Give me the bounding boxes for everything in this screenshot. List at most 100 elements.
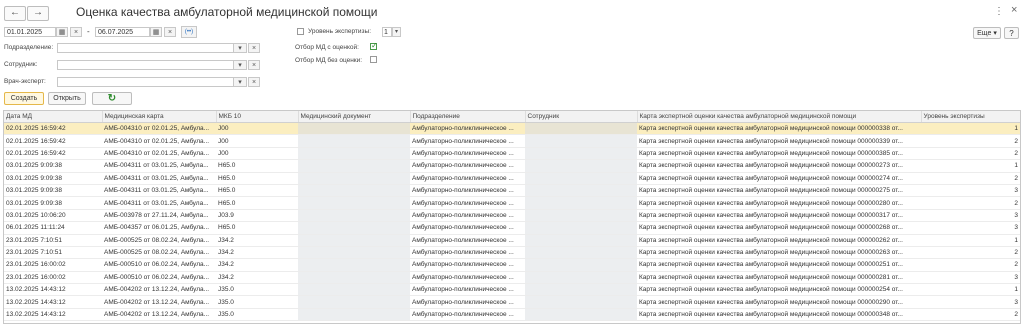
with-score-checkbox[interactable]: ✓ <box>370 41 378 50</box>
cell-mkb10: J03.9 <box>216 209 298 223</box>
table-row[interactable]: 23.01.2025 16:00:02 АМБ-000510 от 06.02.2… <box>4 271 1020 285</box>
expert-label: Врач-эксперт: <box>4 78 46 85</box>
table-row[interactable]: 03.01.2025 10:06:20 АМБ-003978 от 27.11.2… <box>4 209 1020 223</box>
refresh-button[interactable]: ↻ <box>92 92 132 105</box>
cell-expertise-level: 2 <box>921 134 1020 148</box>
level-dropdown-icon[interactable]: ▾ <box>392 27 401 37</box>
table-row[interactable]: 03.01.2025 9:09:38 АМБ-004311 от 03.01.25… <box>4 184 1020 198</box>
column-header[interactable]: Дата МД <box>4 111 103 123</box>
column-header[interactable]: Уровень экспертизы <box>921 111 1020 123</box>
cell-medical-card: АМБ-000510 от 06.02.24, Амбула... <box>102 258 216 272</box>
cell-expertise-level: 2 <box>921 172 1020 185</box>
cell-expertise-level: 1 <box>921 159 1020 173</box>
employee-dropdown-icon[interactable]: ▾ <box>233 60 247 70</box>
cell-mkb10: J34.2 <box>216 258 298 272</box>
expert-clear-button[interactable]: × <box>248 77 260 87</box>
cell-department: Амбулаторно-поликлиническое ... <box>410 122 525 136</box>
period-separator: - <box>87 27 90 36</box>
cell-date: 03.01.2025 10:06:20 <box>4 209 102 223</box>
calendar-to-icon[interactable]: ▦ <box>150 27 162 37</box>
cell-employee <box>525 172 637 185</box>
table-row[interactable]: 02.01.2025 16:59:42 АМБ-004310 от 02.01.2… <box>4 134 1020 148</box>
column-header[interactable]: Карта экспертной оценки качества амбулат… <box>637 111 922 123</box>
table-row[interactable]: 03.01.2025 9:09:38 АМБ-004311 от 03.01.25… <box>4 159 1020 173</box>
expert-field[interactable] <box>57 77 247 87</box>
cell-expertise-level: 1 <box>921 283 1020 297</box>
cell-medical-card: АМБ-004310 от 02.01.25, Амбула... <box>102 122 216 136</box>
cell-mkb10: H65.0 <box>216 172 298 185</box>
table-row[interactable]: 23.01.2025 7:10:51 АМБ-000525 от 08.02.24… <box>4 234 1020 247</box>
expert-dropdown-icon[interactable]: ▾ <box>233 77 247 87</box>
column-header[interactable]: Медицинский документ <box>298 111 411 123</box>
table-row[interactable]: 06.01.2025 11:11:24 АМБ-004357 от 06.01.2… <box>4 221 1020 235</box>
column-header[interactable]: МКБ 10 <box>216 111 299 123</box>
cell-expert-card: Карта экспертной оценки качества амбулат… <box>637 308 921 322</box>
help-button[interactable]: ? <box>1004 27 1019 39</box>
table-row[interactable]: 02.01.2025 16:59:42 АМБ-004310 от 02.01.2… <box>4 122 1020 136</box>
cell-expertise-level: 2 <box>921 246 1020 260</box>
department-field[interactable] <box>57 43 247 53</box>
cell-expert-card: Карта экспертной оценки качества амбулат… <box>637 246 921 260</box>
cell-employee <box>525 122 637 136</box>
cell-date: 13.02.2025 14:43:12 <box>4 295 102 309</box>
table-row[interactable]: 03.01.2025 9:09:38 АМБ-004311 от 03.01.25… <box>4 172 1020 185</box>
cell-medical-document <box>298 159 410 173</box>
period-to-field[interactable]: 06.07.2025 <box>95 27 150 37</box>
cell-department: Амбулаторно-поликлиническое ... <box>410 295 525 309</box>
table-row[interactable]: 13.02.2025 14:43:12 АМБ-004202 от 13.12.2… <box>4 295 1020 309</box>
menu-dots-icon[interactable]: ⋮ <box>994 6 1004 17</box>
employee-field[interactable] <box>57 60 247 70</box>
clear-to-button[interactable]: × <box>164 27 176 37</box>
column-header[interactable]: Сотрудник <box>525 111 638 123</box>
open-button[interactable]: Открыть <box>48 92 86 105</box>
cell-department: Амбулаторно-поликлиническое ... <box>410 147 525 161</box>
documents-table[interactable]: Дата МД Медицинская карта МКБ 10 Медицин… <box>3 110 1021 324</box>
cell-medical-card: АМБ-004202 от 13.12.24, Амбула... <box>102 308 216 322</box>
column-header[interactable]: Подразделение <box>410 111 526 123</box>
checkmark-icon: ✓ <box>371 41 378 50</box>
cell-date: 02.01.2025 16:59:42 <box>4 122 102 136</box>
cell-employee <box>525 283 637 297</box>
level-checkbox[interactable] <box>297 28 304 35</box>
cell-mkb10: J35.0 <box>216 283 298 297</box>
create-button[interactable]: Создать <box>4 92 44 105</box>
calendar-from-icon[interactable]: ▦ <box>56 27 68 37</box>
table-row[interactable]: 13.02.2025 14:43:12 АМБ-004202 от 13.12.2… <box>4 308 1020 322</box>
cell-department: Амбулаторно-поликлиническое ... <box>410 283 525 297</box>
forward-button[interactable]: → <box>27 6 49 21</box>
employee-clear-button[interactable]: × <box>248 60 260 70</box>
table-row[interactable]: 23.01.2025 16:00:02 АМБ-000510 от 06.02.2… <box>4 258 1020 272</box>
level-select[interactable]: 1 <box>382 27 392 37</box>
back-button[interactable]: ← <box>4 6 26 21</box>
close-icon[interactable]: × <box>1011 4 1017 16</box>
cell-date: 13.02.2025 14:43:12 <box>4 308 102 322</box>
cell-mkb10: H65.0 <box>216 184 298 198</box>
cell-mkb10: H65.0 <box>216 196 298 210</box>
cell-mkb10: H65.0 <box>216 159 298 173</box>
department-clear-button[interactable]: × <box>248 43 260 53</box>
cell-medical-document <box>298 246 410 260</box>
cell-medical-card: АМБ-000525 от 08.02.24, Амбула... <box>102 234 216 247</box>
cell-employee <box>525 308 637 322</box>
cell-medical-card: АМБ-004311 от 03.01.25, Амбула... <box>102 159 216 173</box>
cell-mkb10: J00 <box>216 122 298 136</box>
cell-date: 23.01.2025 7:10:51 <box>4 234 102 247</box>
period-from-field[interactable]: 01.01.2025 <box>4 27 56 37</box>
table-row[interactable]: 02.01.2025 16:59:42 АМБ-004310 от 02.01.2… <box>4 147 1020 161</box>
table-row[interactable]: 13.02.2025 14:43:12 АМБ-004202 от 13.12.2… <box>4 283 1020 297</box>
more-button[interactable]: Еще ▾ <box>973 27 1001 39</box>
column-header[interactable]: Медицинская карта <box>102 111 217 123</box>
without-score-checkbox[interactable] <box>370 56 377 63</box>
clear-from-button[interactable]: × <box>70 27 82 37</box>
cell-expert-card: Карта экспертной оценки качества амбулат… <box>637 258 921 272</box>
cell-mkb10: J34.2 <box>216 234 298 247</box>
cell-expertise-level: 2 <box>921 196 1020 210</box>
table-row[interactable]: 03.01.2025 9:09:38 АМБ-004311 от 03.01.25… <box>4 196 1020 210</box>
select-period-button[interactable]: (••) <box>181 26 197 38</box>
table-row[interactable]: 23.01.2025 7:10:51 АМБ-000525 от 08.02.24… <box>4 246 1020 260</box>
department-dropdown-icon[interactable]: ▾ <box>233 43 247 53</box>
cell-department: Амбулаторно-поликлиническое ... <box>410 196 525 210</box>
cell-department: Амбулаторно-поликлиническое ... <box>410 258 525 272</box>
cell-department: Амбулаторно-поликлиническое ... <box>410 209 525 223</box>
cell-mkb10: J34.2 <box>216 271 298 285</box>
